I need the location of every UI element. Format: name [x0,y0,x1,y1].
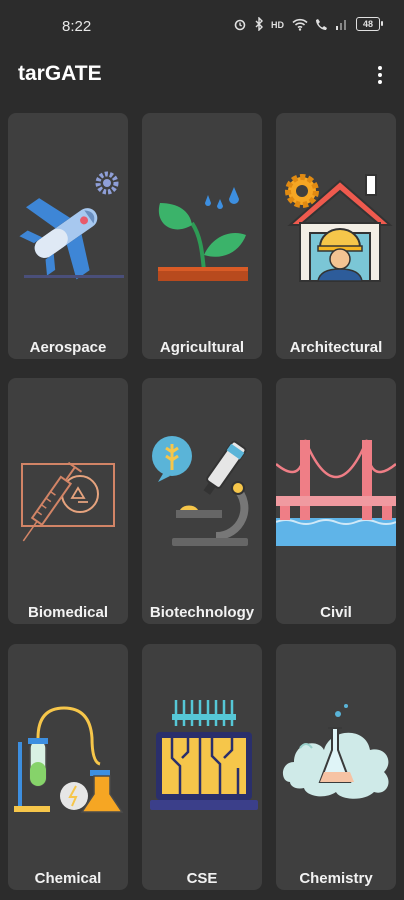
overflow-dot [378,80,382,84]
svg-text:HD: HD [271,20,284,30]
wifi-icon [292,18,308,31]
alarm-icon [234,19,246,31]
card-chemistry[interactable]: Chemistry [276,644,396,890]
card-label: Biotechnology [149,604,255,621]
card-label: Chemical [34,870,102,887]
card-label: Chemistry [299,870,373,887]
bluetooth-icon [255,17,263,31]
flask-cloud-icon [282,704,389,799]
app-bar: tarGATE [0,52,404,98]
card-label: Civil [320,604,352,621]
card-architectural[interactable]: Architectural [276,113,396,359]
battery-icon: 48 [356,17,383,31]
signal-icon [336,20,346,30]
overflow-menu-button[interactable] [368,60,392,90]
bridge-icon [276,439,396,546]
airplane-icon [19,171,124,280]
status-bar: 8:22 HD 48 [0,0,404,52]
overflow-dot [378,66,382,70]
laptop-circuit-icon [150,700,258,810]
card-biotechnology[interactable]: Biotechnology [142,378,262,624]
overflow-dot [378,73,382,77]
card-biomedical[interactable]: Biomedical [8,378,128,624]
card-agricultural[interactable]: Agricultural [142,113,262,359]
card-label: Agricultural [159,339,245,356]
card-label: Aerospace [29,339,107,356]
card-label: Architectural [289,339,383,356]
microscope-icon [152,436,249,546]
card-civil[interactable]: Civil [276,378,396,624]
app-title: tarGATE [18,62,102,85]
card-aerospace[interactable]: Aerospace [8,113,128,359]
status-time: 8:22 [62,18,92,35]
plant-icon [158,187,248,281]
call-icon [316,18,327,30]
hd-voice-icon: HD [271,20,284,30]
card-cse[interactable]: CSE [142,644,262,890]
syringe-icon [21,461,115,542]
card-chemical[interactable]: Chemical [8,644,128,890]
status-icons: HD 48 [233,17,383,31]
card-label: CSE [186,870,218,887]
lab-tubes-icon [14,706,124,813]
battery-level: 48 [362,19,373,29]
engineer-house-icon [285,174,393,282]
card-label: Biomedical [27,604,109,621]
